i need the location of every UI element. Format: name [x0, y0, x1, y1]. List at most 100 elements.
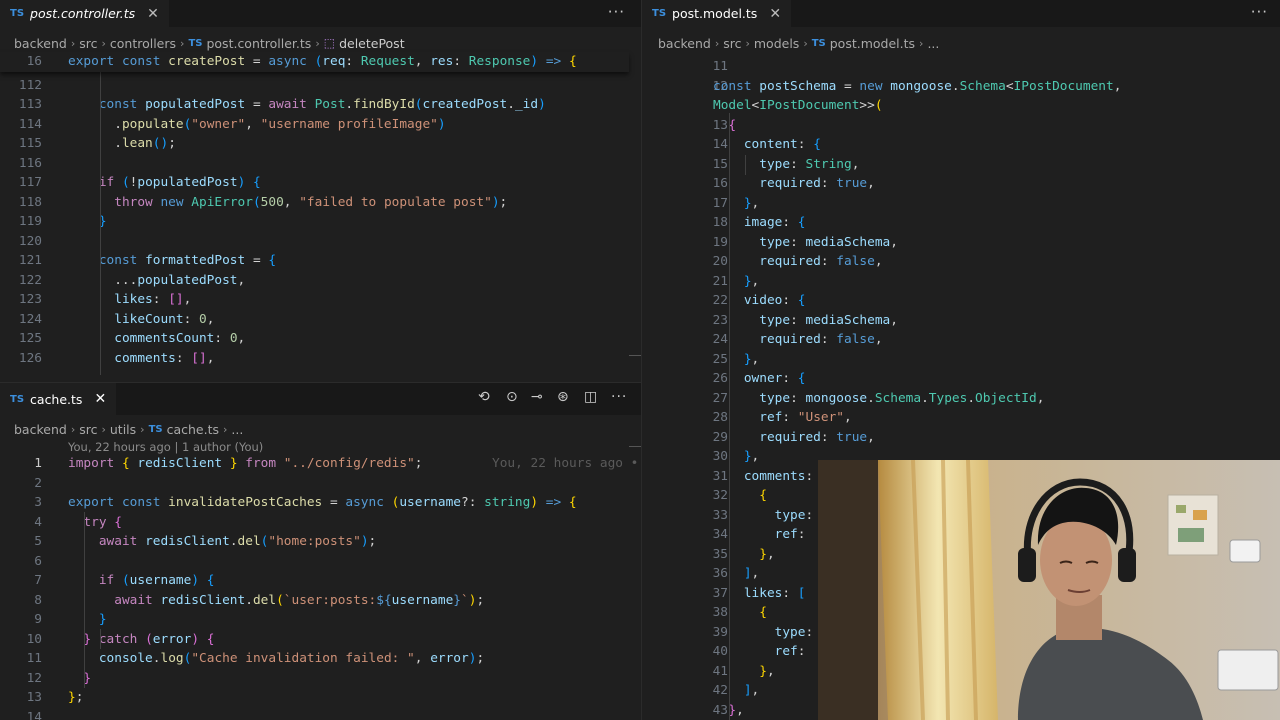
breadcrumb-item[interactable]: backend	[14, 422, 67, 437]
tab-post-controller[interactable]: TS post.controller.ts ✕	[0, 0, 169, 27]
code-line[interactable]: 6	[0, 552, 641, 572]
code-line[interactable]: 115 .lean();	[0, 134, 641, 154]
code-line[interactable]: 118 throw new ApiError(500, "failed to p…	[0, 193, 641, 213]
code-token: :	[790, 312, 806, 328]
code-line[interactable]: 28 ref: "User",	[642, 408, 1280, 428]
split-editor-icon[interactable]: ◫	[584, 389, 597, 405]
code-line[interactable]: 18 image: {	[642, 213, 1280, 233]
code-line[interactable]: 21 },	[642, 272, 1280, 292]
code-line[interactable]: 8 await redisClient.del(`user:posts:${us…	[0, 591, 641, 611]
close-icon[interactable]: ✕	[769, 6, 781, 22]
code-line[interactable]: 7 if (username) {	[0, 571, 641, 591]
code-line[interactable]: 5 await redisClient.del("home:posts");	[0, 532, 641, 552]
code-line[interactable]: 22 video: {	[642, 291, 1280, 311]
code-line[interactable]: 17 },	[642, 194, 1280, 214]
code-text: {	[713, 486, 767, 506]
code-line[interactable]: 114 .populate("owner", "username profile…	[0, 115, 641, 135]
code-line[interactable]: 13};	[0, 688, 641, 708]
breadcrumb-item[interactable]: deletePost	[339, 36, 405, 51]
code-token: .	[229, 534, 238, 549]
go-back-icon[interactable]: ⟲	[478, 389, 490, 405]
code-line[interactable]: 121 const formattedPost = {	[0, 251, 641, 271]
code-line[interactable]: 14	[0, 708, 641, 720]
more-actions-icon[interactable]: ···	[1251, 3, 1268, 21]
code-token: =	[322, 495, 346, 510]
chevron-right-icon: ›	[714, 36, 720, 50]
breadcrumb-item[interactable]: controllers	[110, 36, 176, 51]
code-line[interactable]: 23 type: mediaSchema,	[642, 311, 1280, 331]
breadcrumb-item[interactable]: models	[754, 36, 799, 51]
chevron-right-icon: ›	[223, 422, 228, 436]
code-line[interactable]: 12 }	[0, 669, 641, 689]
breadcrumb-item[interactable]: utils	[110, 422, 136, 437]
more-actions-icon[interactable]: ···	[608, 3, 625, 21]
tab-cache[interactable]: TS cache.ts ✕	[0, 383, 117, 415]
code-line[interactable]: 19 type: mediaSchema,	[642, 233, 1280, 253]
code-line[interactable]: 20 required: false,	[642, 252, 1280, 272]
breadcrumb-item[interactable]: post.controller.ts	[206, 36, 311, 51]
breadcrumb-item[interactable]: ...	[231, 422, 243, 437]
close-icon[interactable]: ✕	[147, 6, 159, 22]
more-actions-icon[interactable]: ···	[611, 389, 627, 405]
breadcrumb-item[interactable]: cache.ts	[167, 422, 219, 437]
breadcrumb-item[interactable]: src	[79, 422, 97, 437]
code-line[interactable]: 10 } catch (error) {	[0, 630, 641, 650]
code-token: =	[245, 54, 269, 69]
line-number: 113	[18, 97, 42, 112]
close-icon[interactable]: ✕	[94, 391, 106, 407]
code-text: } catch (error) {	[68, 630, 214, 650]
code-token: ,	[206, 350, 215, 366]
go-forward-icon[interactable]: ⊸	[531, 389, 543, 405]
line-number: 12	[26, 670, 42, 686]
code-token: =>	[538, 54, 569, 69]
code-line[interactable]: 119 }	[0, 212, 641, 232]
code-line[interactable]: 15 type: String,	[642, 155, 1280, 175]
code-line[interactable]: 25 },	[642, 350, 1280, 370]
breadcrumb-item[interactable]: backend	[658, 36, 711, 51]
code-line[interactable]: 14 content: {	[642, 135, 1280, 155]
pane-divider[interactable]	[0, 382, 641, 383]
code-line[interactable]: 113 const populatedPost = await Post.fin…	[0, 95, 641, 115]
sticky-scroll-line[interactable]: 16 export const createPost = async (req: …	[0, 52, 629, 72]
code-line[interactable]: 4 try {	[0, 513, 641, 533]
code-line[interactable]: 120	[0, 232, 641, 252]
inline-blame[interactable]: You, 22 hours ago •	[492, 454, 638, 474]
tab-post-model[interactable]: TS post.model.ts ✕	[642, 0, 792, 27]
breadcrumb-item[interactable]: src	[79, 36, 97, 51]
code-line[interactable]: 11	[642, 57, 1280, 77]
breadcrumb-item[interactable]: backend	[14, 36, 67, 51]
codelens-blame[interactable]: You, 22 hours ago | 1 author (You)	[68, 440, 263, 454]
code-line[interactable]: 27 type: mongoose.Schema.Types.ObjectId,	[642, 389, 1280, 409]
code-line[interactable]: 112	[0, 76, 641, 96]
pane-divider[interactable]	[641, 0, 642, 720]
code-line[interactable]: 124 likeCount: 0,	[0, 310, 641, 330]
code-token: >>	[859, 98, 875, 113]
breadcrumb-item[interactable]: post.model.ts	[830, 36, 915, 51]
code-token: export	[68, 495, 122, 510]
code-line[interactable]: 13 {	[642, 116, 1280, 136]
code-line[interactable]: 117 if (!populatedPost) {	[0, 173, 641, 193]
code-line[interactable]: 116	[0, 154, 641, 174]
breadcrumb-item[interactable]: src	[723, 36, 741, 51]
code-line[interactable]: 16 required: true,	[642, 174, 1280, 194]
code-line[interactable]: 26 owner: {	[642, 369, 1280, 389]
code-line[interactable]: 29 required: true,	[642, 428, 1280, 448]
code-editor[interactable]: 1 import { redisClient } from "../config/…	[0, 454, 641, 720]
git-graph-icon[interactable]: ⊛	[557, 389, 569, 405]
code-line[interactable]: Model<IPostDocument>>(	[642, 96, 1280, 116]
code-line[interactable]: 24 required: false,	[642, 330, 1280, 350]
code-line[interactable]: 125 commentsCount: 0,	[0, 329, 641, 349]
code-line[interactable]: 123 likes: [],	[0, 290, 641, 310]
code-line[interactable]: 122 ...populatedPost,	[0, 271, 641, 291]
go-to-current-icon[interactable]: ⊙	[506, 389, 518, 405]
code-line[interactable]: 11 console.log("Cache invalidation faile…	[0, 649, 641, 669]
code-line[interactable]: 126 comments: [],	[0, 349, 641, 369]
code-line[interactable]: 3 export const invalidatePostCaches = asy…	[0, 493, 641, 513]
code-line[interactable]: 2	[0, 474, 641, 494]
code-line[interactable]: 12 const postSchema = new mongoose.Schema…	[642, 77, 1280, 97]
breadcrumb-item[interactable]: ...	[927, 36, 939, 51]
code-line[interactable]: 9 }	[0, 610, 641, 630]
code-editor[interactable]: 111 // }112113 const populatedPost = awa…	[0, 58, 641, 382]
